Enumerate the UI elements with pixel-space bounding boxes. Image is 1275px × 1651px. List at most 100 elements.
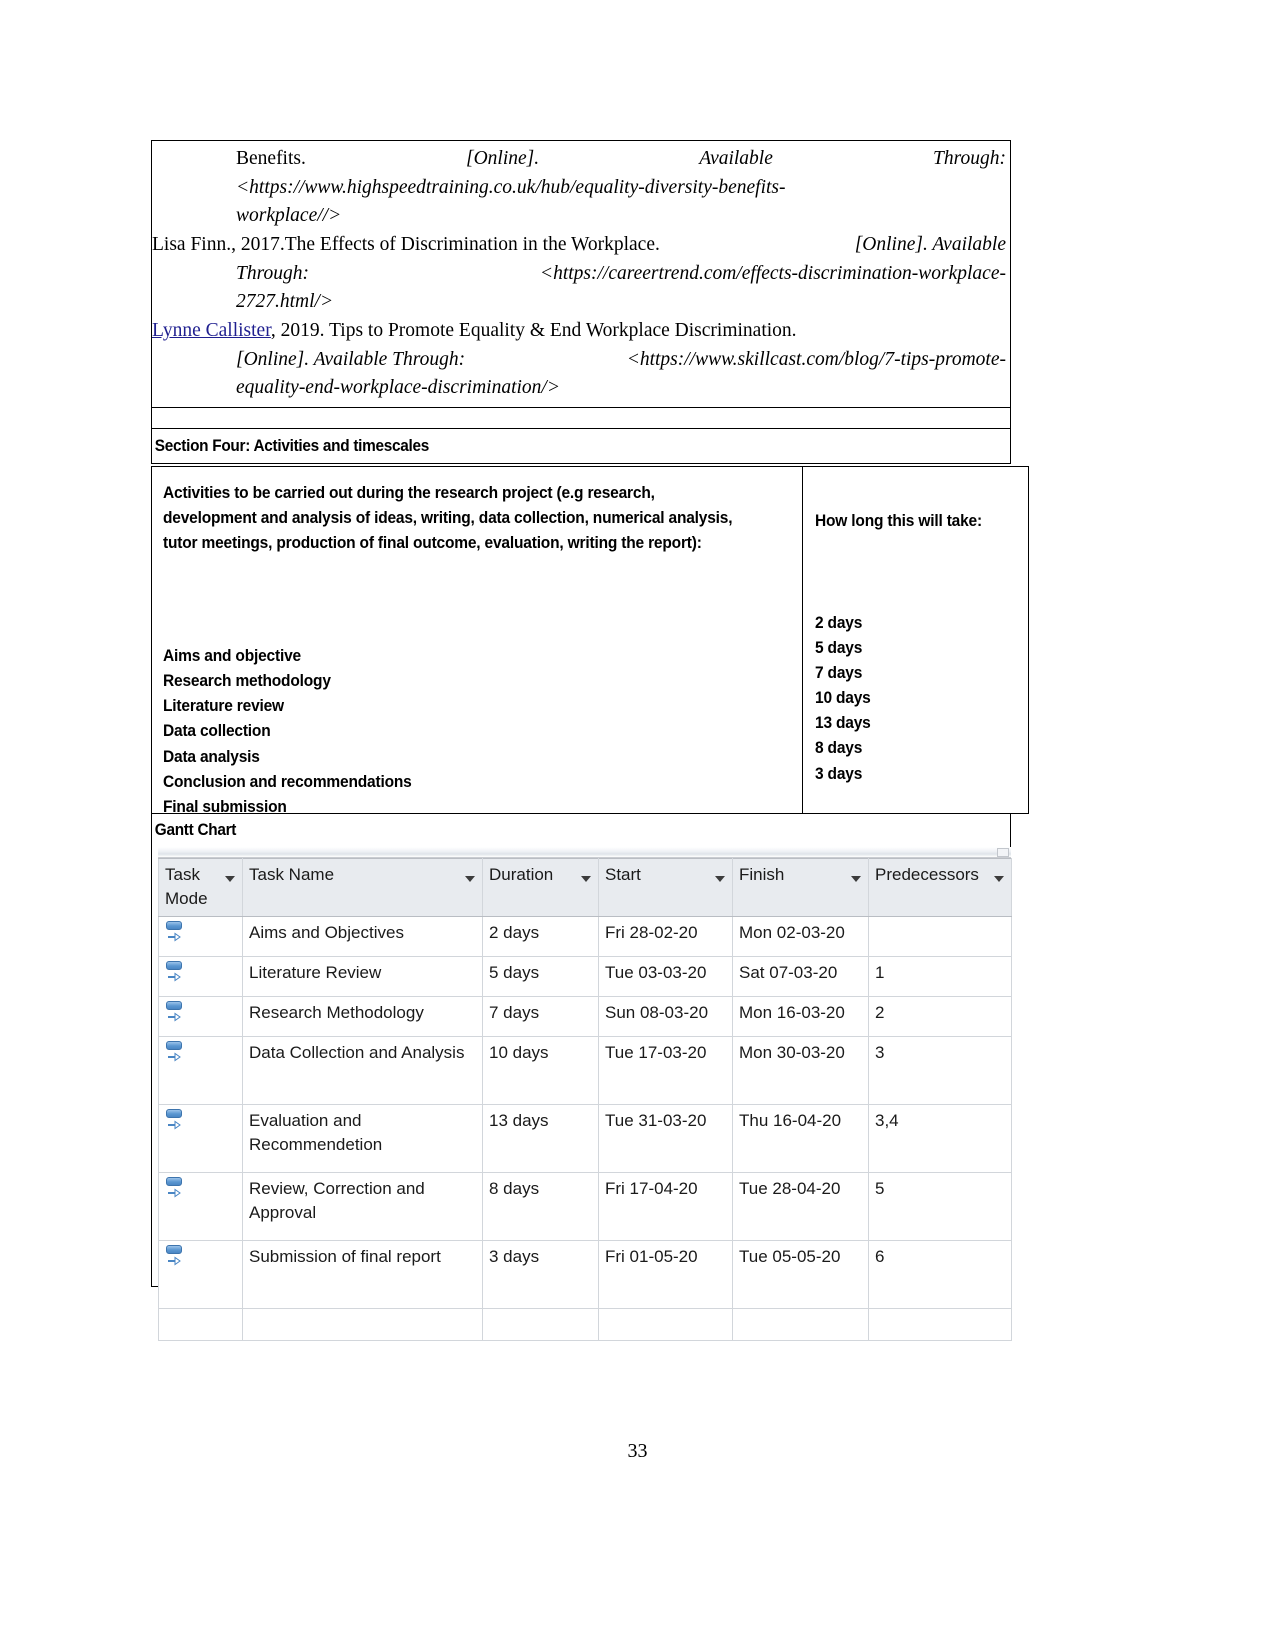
ref1-url-line-2: workplace//> bbox=[236, 205, 342, 227]
ref2-through: Through: bbox=[236, 262, 309, 284]
task-mode-cell[interactable] bbox=[158, 956, 243, 998]
chevron-down-icon[interactable] bbox=[851, 876, 861, 882]
start-cell[interactable] bbox=[598, 1308, 733, 1342]
table-row[interactable]: Research Methodology 7 days Sun 08-03-20… bbox=[158, 996, 1012, 1038]
finish-cell[interactable]: Mon 02-03-20 bbox=[732, 916, 869, 958]
duration-cell[interactable]: 8 days bbox=[482, 1172, 599, 1242]
task-mode-cell[interactable] bbox=[158, 1172, 243, 1242]
duration-cell[interactable]: 10 days bbox=[482, 1036, 599, 1106]
finish-cell[interactable]: Mon 16-03-20 bbox=[732, 996, 869, 1038]
reference-entry-2: Lisa Finn., 2017.The Effects of Discrimi… bbox=[152, 231, 1008, 317]
finish-cell[interactable]: Mon 30-03-20 bbox=[732, 1036, 869, 1106]
gantt-split-bar[interactable] bbox=[158, 847, 1011, 858]
chevron-down-icon[interactable] bbox=[465, 876, 475, 882]
duration-cell[interactable]: 13 days bbox=[482, 1104, 599, 1174]
predecessors-cell[interactable]: 1 bbox=[868, 956, 1012, 998]
activity-item: Aims and objective bbox=[163, 647, 301, 666]
table-row[interactable]: Evaluation and Recommendetion 13 days Tu… bbox=[158, 1104, 1012, 1174]
start-cell[interactable]: Fri 01-05-20 bbox=[598, 1240, 733, 1310]
start-cell[interactable]: Fri 17-04-20 bbox=[598, 1172, 733, 1242]
column-header-predecessors-label: Predecessors bbox=[875, 865, 979, 884]
column-header-task-name[interactable]: Task Name bbox=[242, 857, 483, 918]
start-cell[interactable]: Fri 28-02-20 bbox=[598, 916, 733, 958]
column-header-task-mode-label: Task Mode bbox=[165, 865, 208, 909]
ref1-through: Through: bbox=[933, 148, 1006, 169]
ref1-lead-plain: Benefits. bbox=[236, 148, 306, 169]
chevron-down-icon[interactable] bbox=[581, 876, 591, 882]
task-mode-cell[interactable] bbox=[158, 1308, 243, 1342]
duration-column-header: How long this will take: bbox=[815, 512, 982, 530]
task-name-cell[interactable]: Research Methodology bbox=[242, 996, 483, 1038]
pin-arrow-glyph bbox=[168, 1012, 181, 1022]
table-row[interactable]: Literature Review 5 days Tue 03-03-20 Sa… bbox=[158, 956, 1012, 998]
finish-cell[interactable]: Thu 16-04-20 bbox=[732, 1104, 869, 1174]
start-cell[interactable]: Tue 03-03-20 bbox=[598, 956, 733, 998]
predecessors-cell[interactable] bbox=[868, 1308, 1012, 1342]
pin-arrow-glyph bbox=[168, 1188, 181, 1198]
duration-cell[interactable]: 2 days bbox=[482, 916, 599, 958]
reference-link-lynne-callister[interactable]: Lynne Callister bbox=[152, 320, 271, 341]
table-row[interactable]: Submission of final report 3 days Fri 01… bbox=[158, 1240, 1012, 1310]
predecessors-cell[interactable]: 6 bbox=[868, 1240, 1012, 1310]
task-name-cell[interactable]: Data Collection and Analysis bbox=[242, 1036, 483, 1106]
predecessors-cell[interactable]: 3,4 bbox=[868, 1104, 1012, 1174]
finish-cell[interactable] bbox=[732, 1308, 869, 1342]
task-name-cell[interactable]: Evaluation and Recommendetion bbox=[242, 1104, 483, 1174]
manually-scheduled-icon bbox=[165, 1001, 187, 1025]
predecessors-cell[interactable]: 5 bbox=[868, 1172, 1012, 1242]
chevron-down-icon[interactable] bbox=[715, 876, 725, 882]
activities-list: Aims and objective Research methodology … bbox=[163, 644, 754, 820]
table-row-empty[interactable] bbox=[158, 1308, 1012, 1342]
ref3-plain: , 2019. Tips to Promote Equality & End W… bbox=[270, 319, 797, 341]
task-name-cell[interactable] bbox=[242, 1308, 483, 1342]
column-header-start-label: Start bbox=[605, 865, 641, 884]
finish-cell[interactable]: Tue 28-04-20 bbox=[732, 1172, 869, 1242]
column-header-duration-label: Duration bbox=[489, 865, 554, 884]
gantt-header-row: Task Mode Task Name Duration Start Finis… bbox=[158, 857, 1012, 918]
duration-cell[interactable]: 5 days bbox=[482, 956, 599, 998]
task-name-cell[interactable]: Aims and Objectives bbox=[242, 916, 483, 958]
activities-column: Activities to be carried out during the … bbox=[152, 467, 803, 816]
duration-cell[interactable]: 3 days bbox=[482, 1240, 599, 1310]
predecessors-cell[interactable] bbox=[868, 916, 1012, 958]
column-header-predecessors[interactable]: Predecessors bbox=[868, 857, 1012, 918]
predecessors-cell[interactable]: 3 bbox=[868, 1036, 1012, 1106]
task-name-cell[interactable]: Literature Review bbox=[242, 956, 483, 998]
start-cell[interactable]: Tue 17-03-20 bbox=[598, 1036, 733, 1106]
page-number: 33 bbox=[627, 1440, 648, 1462]
start-cell[interactable]: Sun 08-03-20 bbox=[598, 996, 733, 1038]
ref2-online-available: [Online]. Available bbox=[854, 233, 1006, 255]
table-row[interactable]: Data Collection and Analysis 10 days Tue… bbox=[158, 1036, 1012, 1106]
finish-cell[interactable]: Sat 07-03-20 bbox=[732, 956, 869, 998]
ref1-available: Available bbox=[699, 148, 773, 169]
table-row[interactable]: Review, Correction and Approval 8 days F… bbox=[158, 1172, 1012, 1242]
ref2-plain: Lisa Finn., 2017.The Effects of Discrimi… bbox=[152, 233, 660, 255]
task-mode-cell[interactable] bbox=[158, 1036, 243, 1106]
column-header-duration[interactable]: Duration bbox=[482, 857, 599, 918]
task-name-cell[interactable]: Submission of final report bbox=[242, 1240, 483, 1310]
task-mode-cell[interactable] bbox=[158, 996, 243, 1038]
ref3-url-line-1: <https://www.skillcast.com/blog/7-tips-p… bbox=[626, 348, 1006, 370]
column-header-task-mode[interactable]: Task Mode bbox=[158, 857, 243, 918]
duration-cell[interactable]: 7 days bbox=[482, 996, 599, 1038]
ref3-url-line-2: equality-end-workplace-discrimination/> bbox=[236, 377, 561, 399]
task-mode-cell[interactable] bbox=[158, 1104, 243, 1174]
duration-item: 13 days bbox=[815, 714, 871, 733]
chevron-down-icon[interactable] bbox=[994, 876, 1004, 882]
start-cell[interactable]: Tue 31-03-20 bbox=[598, 1104, 733, 1174]
task-mode-cell[interactable] bbox=[158, 916, 243, 958]
column-header-finish[interactable]: Finish bbox=[732, 857, 869, 918]
ref2-url-line-1: <https://careertrend.com/effects-discrim… bbox=[539, 262, 1006, 284]
column-header-task-name-label: Task Name bbox=[249, 865, 335, 884]
task-name-cell[interactable]: Review, Correction and Approval bbox=[242, 1172, 483, 1242]
finish-cell[interactable]: Tue 05-05-20 bbox=[732, 1240, 869, 1310]
activity-item: Conclusion and recommendations bbox=[163, 772, 412, 791]
table-row[interactable]: Aims and Objectives 2 days Fri 28-02-20 … bbox=[158, 916, 1012, 958]
duration-list: 2 days 5 days 7 days 10 days 13 days 8 d… bbox=[815, 611, 1006, 787]
task-mode-cell[interactable] bbox=[158, 1240, 243, 1310]
activity-item: Data analysis bbox=[163, 747, 260, 766]
duration-cell[interactable] bbox=[482, 1308, 599, 1342]
predecessors-cell[interactable]: 2 bbox=[868, 996, 1012, 1038]
column-header-start[interactable]: Start bbox=[598, 857, 733, 918]
chevron-down-icon[interactable] bbox=[225, 876, 235, 882]
